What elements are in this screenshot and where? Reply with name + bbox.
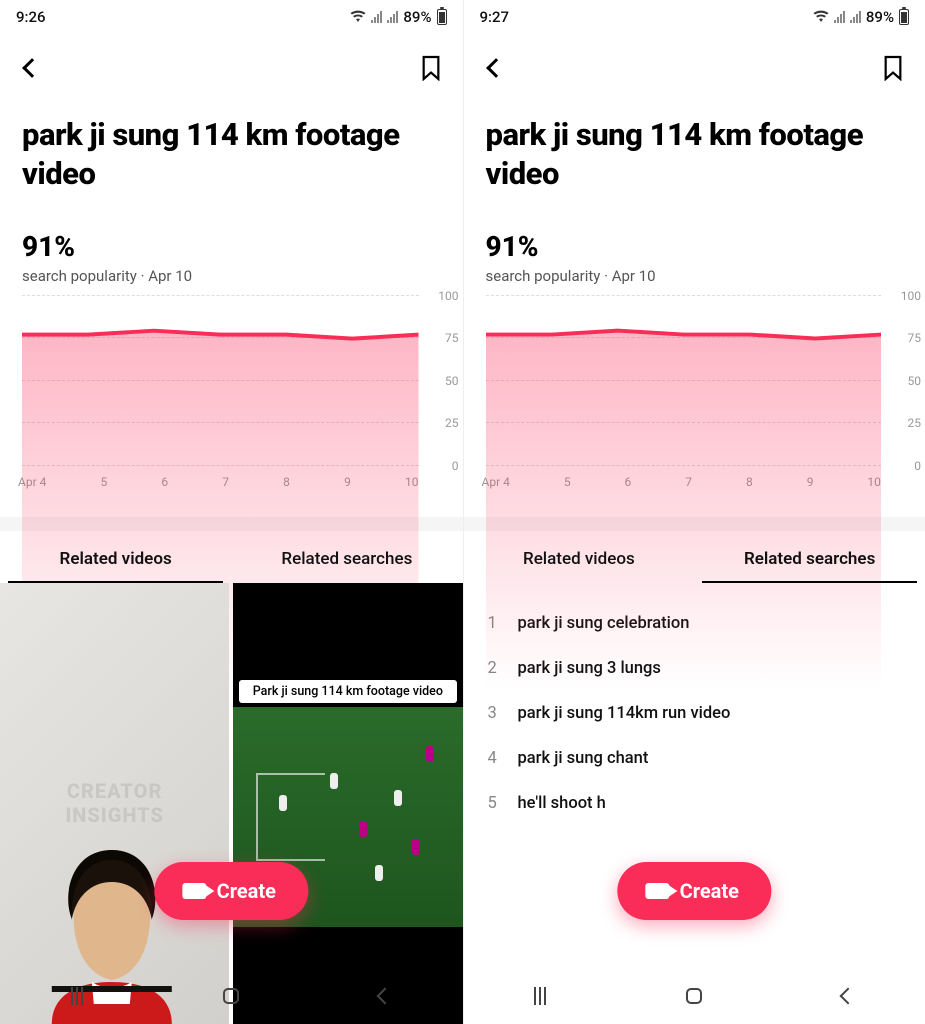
nav-recent[interactable] xyxy=(57,976,97,1016)
metric-block: 91% search popularity · Apr 10 xyxy=(0,194,463,285)
create-button[interactable]: Create xyxy=(618,862,771,920)
header xyxy=(0,34,463,92)
video-caption: Park ji sung 114 km footage video xyxy=(239,680,456,703)
screen-right: 9:27 89% park ji sung 114 km footage vid… xyxy=(463,0,925,1024)
tab-related-videos[interactable]: Related videos xyxy=(0,531,231,583)
status-right: 89% xyxy=(350,8,446,26)
battery-icon xyxy=(899,9,909,25)
popularity-pct: 91% xyxy=(486,230,904,263)
ytick: 75 xyxy=(445,331,459,345)
camera-icon xyxy=(646,883,670,899)
bookmark-button[interactable] xyxy=(879,54,907,82)
header xyxy=(464,34,925,92)
screen-left: 9:26 89% park ji sung 114 km footage vid… xyxy=(0,0,463,1024)
watermark: CREATOR INSIGHTS xyxy=(65,779,164,827)
battery-pct: 89% xyxy=(403,8,431,26)
search-item[interactable]: 5he'll shoot h xyxy=(488,781,902,826)
ytick: 25 xyxy=(908,416,922,430)
signal-icon-2 xyxy=(387,11,398,23)
camera-icon xyxy=(183,883,207,899)
ytick: 50 xyxy=(445,374,459,388)
create-label: Create xyxy=(217,879,276,903)
nav-back[interactable] xyxy=(365,976,405,1016)
page-title: park ji sung 114 km footage video xyxy=(464,92,925,194)
bookmark-icon xyxy=(420,55,442,81)
status-right: 89% xyxy=(813,8,909,26)
nav-recent[interactable] xyxy=(520,976,560,1016)
chevron-left-icon xyxy=(486,58,506,78)
chart-area xyxy=(486,295,882,691)
popularity-pct: 91% xyxy=(22,230,441,263)
tabs: Related videos Related searches xyxy=(0,531,463,583)
chevron-left-icon xyxy=(22,58,42,78)
back-button[interactable] xyxy=(482,54,510,82)
popularity-chart: 100 75 50 25 0 xyxy=(464,285,925,471)
ytick: 50 xyxy=(908,374,922,388)
video-thumbnail[interactable]: Park ji sung 114 km footage video xyxy=(233,583,462,1024)
nav-back[interactable] xyxy=(828,976,868,1016)
back-button[interactable] xyxy=(18,54,46,82)
ytick: 100 xyxy=(438,289,458,303)
signal-icon-2 xyxy=(850,11,861,23)
tab-related-searches[interactable]: Related searches xyxy=(694,531,925,583)
tab-related-searches[interactable]: Related searches xyxy=(231,531,462,583)
tabs: Related videos Related searches xyxy=(464,531,925,583)
page-title: park ji sung 114 km footage video xyxy=(0,92,463,194)
wifi-icon xyxy=(813,10,829,24)
search-item[interactable]: 4park ji sung chant xyxy=(488,736,902,781)
nav-home[interactable] xyxy=(674,976,714,1016)
status-bar: 9:27 89% xyxy=(464,0,925,34)
search-item[interactable]: 3park ji sung 114km run video xyxy=(488,691,902,736)
bookmark-button[interactable] xyxy=(417,54,445,82)
battery-icon xyxy=(437,9,447,25)
bookmark-icon xyxy=(882,55,904,81)
wifi-icon xyxy=(350,10,366,24)
tab-related-videos[interactable]: Related videos xyxy=(464,531,695,583)
android-navbar xyxy=(0,968,463,1024)
ytick: 0 xyxy=(452,459,459,473)
signal-icon-1 xyxy=(371,11,382,23)
video-thumbnail[interactable]: CREATOR INSIGHTS xyxy=(0,583,229,1024)
status-bar: 9:26 89% xyxy=(0,0,463,34)
ytick: 0 xyxy=(914,459,921,473)
ytick: 75 xyxy=(908,331,922,345)
metric-block: 91% search popularity · Apr 10 xyxy=(464,194,925,285)
popularity-sub: search popularity · Apr 10 xyxy=(486,267,904,285)
popularity-chart: 100 75 50 25 0 xyxy=(0,285,463,471)
ytick: 25 xyxy=(445,416,459,430)
popularity-sub: search popularity · Apr 10 xyxy=(22,267,441,285)
android-navbar xyxy=(464,968,925,1024)
ytick: 100 xyxy=(901,289,921,303)
create-button[interactable]: Create xyxy=(155,862,308,920)
status-time: 9:26 xyxy=(16,8,46,26)
signal-icon-1 xyxy=(834,11,845,23)
status-time: 9:27 xyxy=(480,8,510,26)
nav-home[interactable] xyxy=(211,976,251,1016)
create-label: Create xyxy=(680,879,739,903)
battery-pct: 89% xyxy=(866,8,894,26)
